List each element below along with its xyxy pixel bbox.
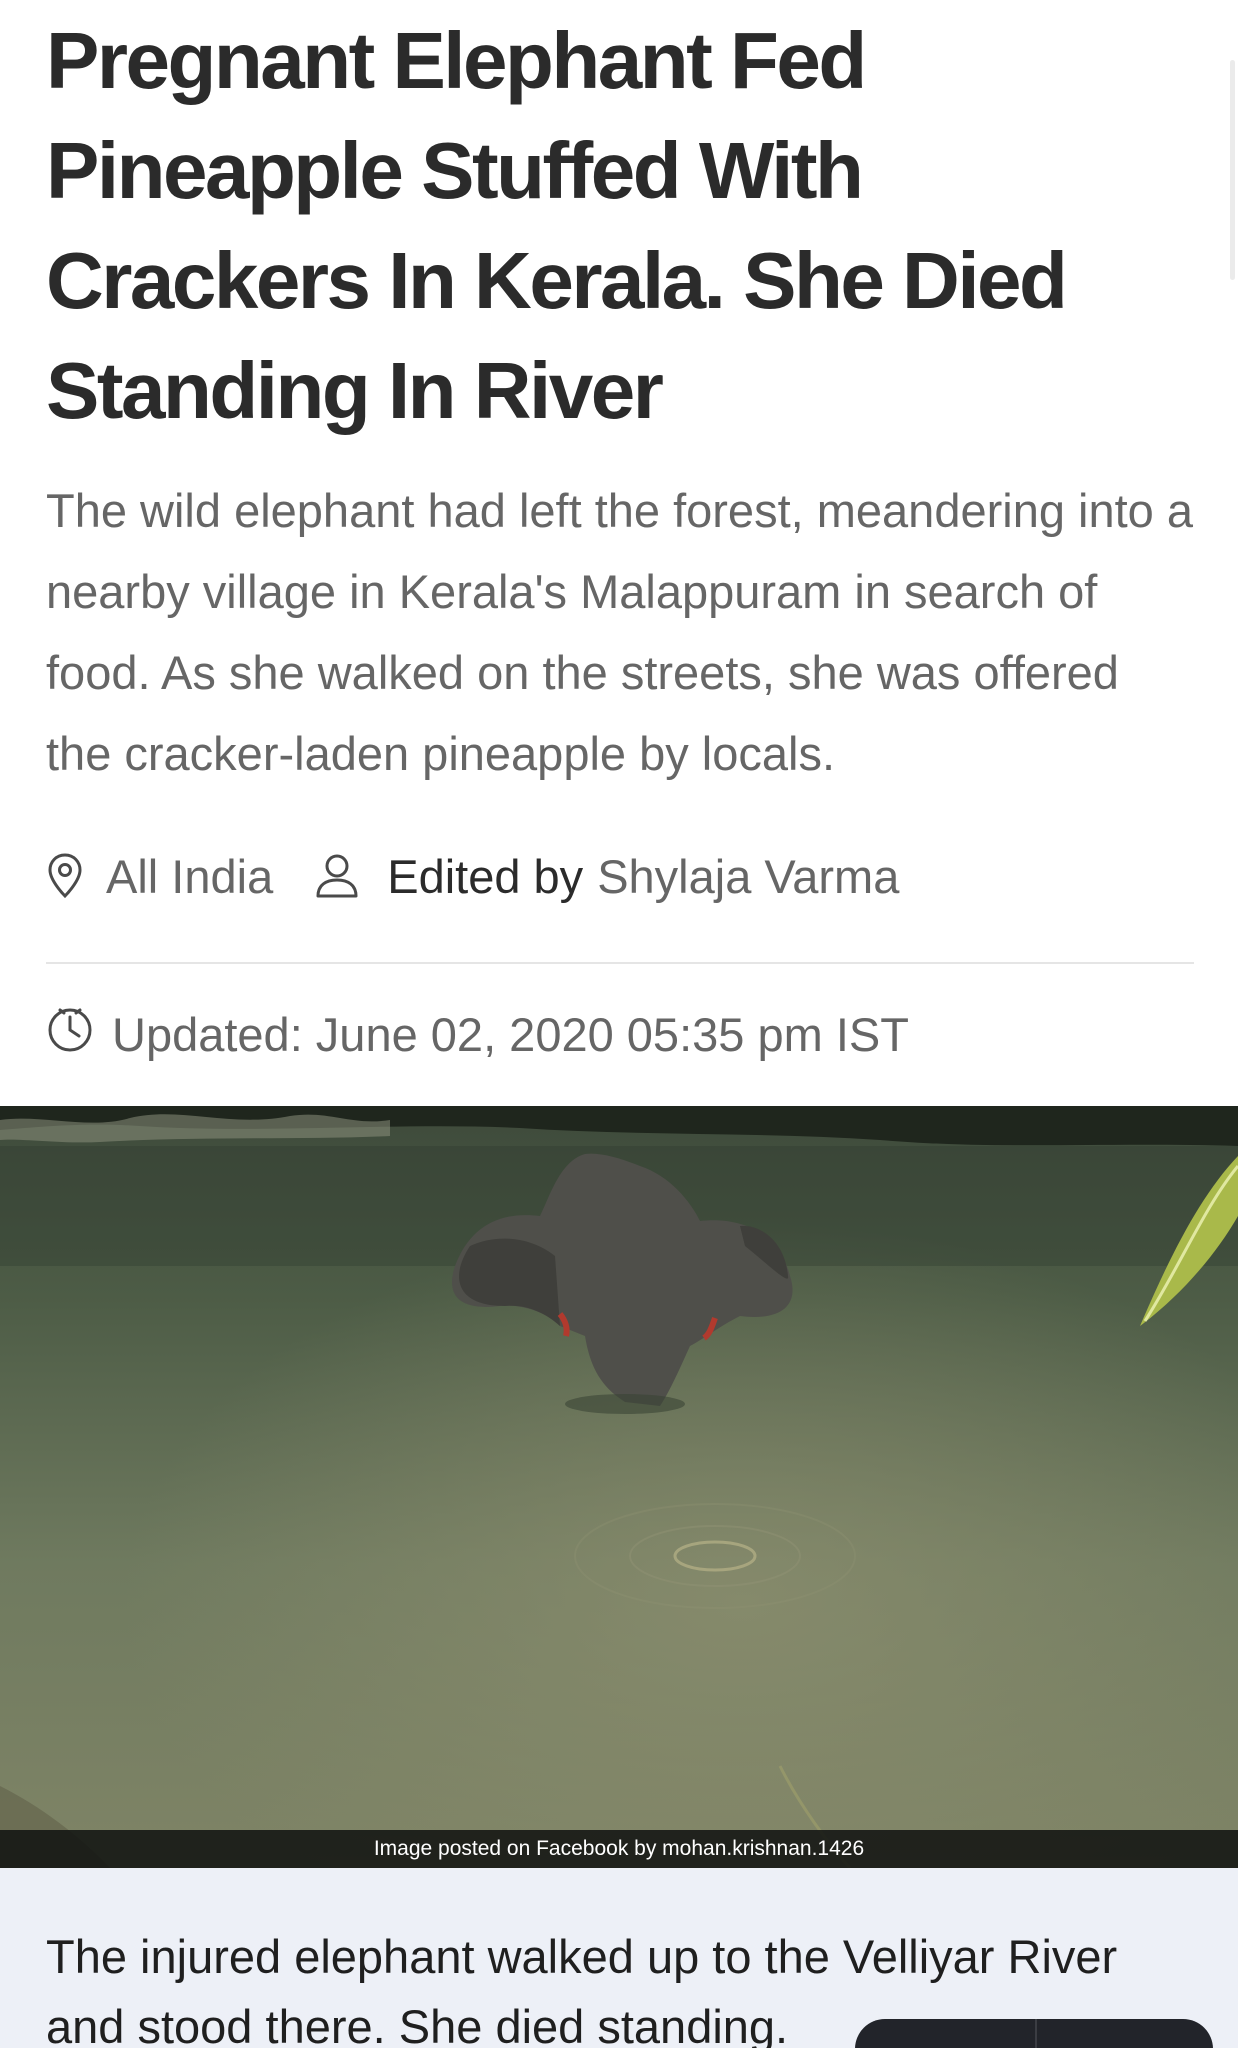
location-pin-icon — [46, 852, 84, 900]
photo-credit: Image posted on Facebook by mohan.krishn… — [0, 1830, 1238, 1868]
article-page: Pregnant Elephant Fed Pineapple Stuffed … — [0, 0, 1238, 2048]
article-headline: Pregnant Elephant Fed Pineapple Stuffed … — [46, 16, 1068, 435]
location-link[interactable]: All India — [46, 849, 313, 904]
article-synopsis: The wild elephant had left the forest, m… — [46, 484, 1194, 780]
editor-prefix: Edited by — [387, 849, 584, 903]
article-header: Pregnant Elephant Fed Pineapple Stuffed … — [46, 0, 1196, 794]
editor-link[interactable]: Edited by Shylaja Varma — [313, 849, 899, 904]
editor-name: Shylaja Varma — [597, 849, 900, 903]
updated-timestamp: Updated: June 02, 2020 05:35 pm IST — [46, 996, 909, 1072]
scrollbar-thumb[interactable] — [1230, 60, 1235, 280]
floating-action-bar[interactable] — [855, 2019, 1213, 2048]
location-label: All India — [106, 849, 274, 903]
article-photo[interactable]: Image posted on Facebook by mohan.krishn… — [0, 1106, 1238, 1868]
article-meta: All India Edited by Shylaja Varma — [46, 838, 899, 914]
updated-text: Updated: June 02, 2020 05:35 pm IST — [112, 1007, 909, 1061]
meta-divider — [46, 962, 1194, 964]
clock-icon — [46, 1005, 94, 1064]
elephant-in-river-image — [0, 1106, 1238, 1868]
floating-bar-divider — [1035, 2019, 1037, 2048]
person-icon — [313, 852, 361, 900]
